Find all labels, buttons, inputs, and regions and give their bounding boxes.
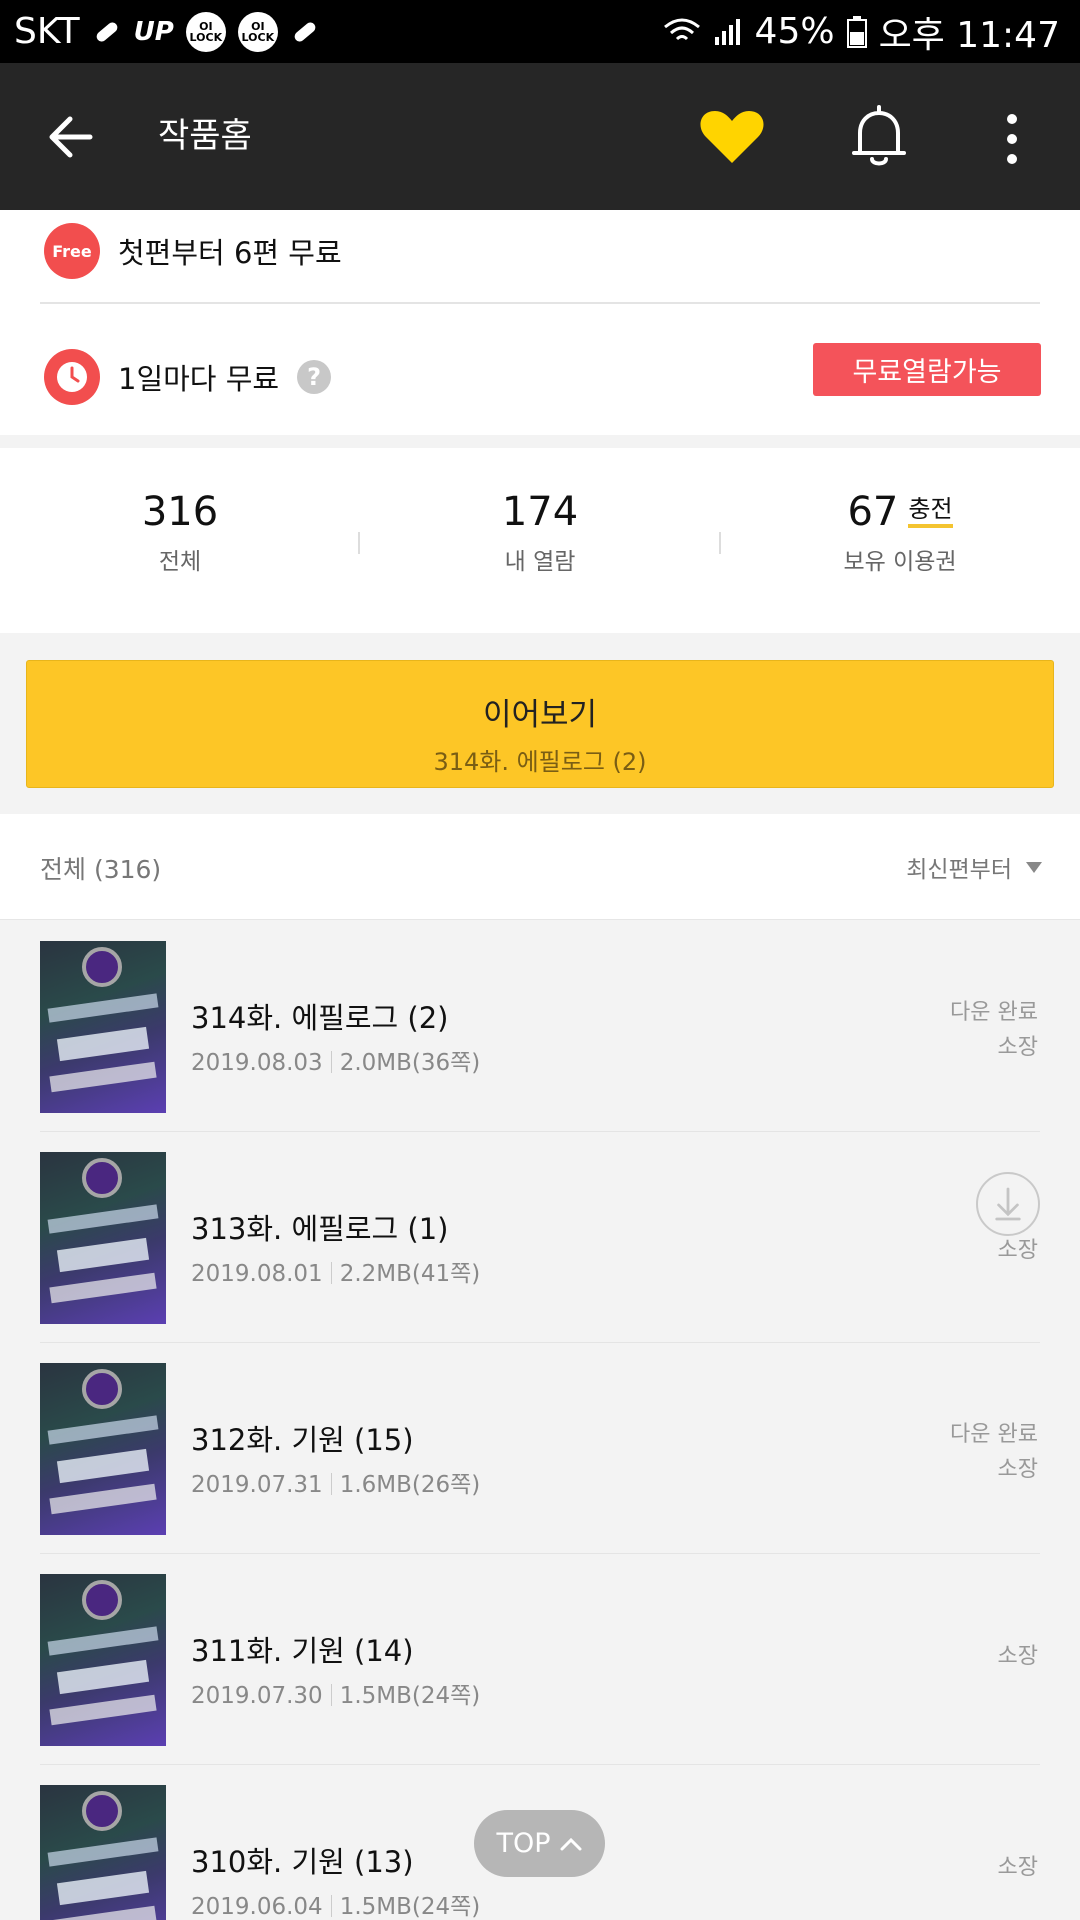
stat-my-read-value: 174 [501, 489, 579, 535]
stats-section: 316 전체 174 내 열람 67 충전 보유 이용권 [0, 448, 1080, 633]
download-status: 다운 완료 [950, 1000, 1038, 1025]
episode-date: 2019.08.01 [191, 1261, 323, 1287]
episode-date: 2019.08.03 [191, 1050, 323, 1076]
owned-status: 소장 [997, 1855, 1038, 1880]
charge-link[interactable]: 충전 [908, 494, 953, 528]
battery-percent: 45% [754, 11, 835, 52]
scroll-top-button[interactable]: TOP [474, 1810, 605, 1877]
first-free-text: 첫편부터 6편 무료 [118, 236, 342, 270]
chevron-down-icon [1026, 861, 1042, 873]
free-open-button[interactable]: 무료열람가능 [813, 343, 1041, 396]
stat-total: 316 전체 [0, 486, 360, 576]
episode-thumbnail [40, 1363, 166, 1535]
status-left: SKT UP OI LOCK OI LOCK [14, 11, 320, 52]
clock-icon [44, 349, 100, 405]
episode-thumbnail [40, 1152, 166, 1324]
download-status: 다운 완료 [950, 1422, 1038, 1447]
free-info-section: Free 첫편부터 6편 무료 1일마다 무료 ? 무료열람가능 [0, 210, 1080, 435]
battery-icon [846, 15, 867, 48]
carrier-label: SKT [14, 11, 80, 52]
bell-icon[interactable] [850, 103, 908, 169]
continue-reading-button[interactable]: 이어보기 314화. 에필로그 (2) [26, 660, 1054, 788]
stat-my-read-label: 내 열람 [504, 549, 576, 575]
wifi-icon [663, 18, 700, 40]
episode-size: 2.2MB(41쪽) [339, 1261, 481, 1287]
owned-status: 소장 [997, 1035, 1038, 1060]
back-arrow-icon[interactable] [42, 109, 102, 165]
daily-free-row: 1일마다 무료 ? [44, 344, 332, 410]
page-title: 작품홈 [158, 116, 252, 156]
episode-list-header: 전체 (316) 최신편부터 [0, 814, 1080, 920]
episode-row[interactable]: 314화. 에필로그 (2) 2019.08.03 2.0MB(36쪽) 다운 완… [40, 921, 1040, 1132]
continue-title: 이어보기 [482, 697, 598, 733]
app-bar: 작품홈 [0, 63, 1080, 210]
episode-meta: 2019.08.03 2.0MB(36쪽) [191, 1043, 480, 1077]
episode-title: 314화. 에필로그 (2) [191, 1001, 449, 1035]
sort-dropdown[interactable]: 최신편부터 [906, 850, 1042, 884]
pill-icon [96, 22, 118, 41]
clock-time: 오후 11:47 [878, 14, 1060, 56]
episode-date: 2019.06.04 [191, 1894, 323, 1920]
episode-title: 310화. 기원 (13) [191, 1845, 414, 1879]
episode-size: 1.5MB(24쪽) [339, 1894, 481, 1920]
stat-tickets: 67 충전 보유 이용권 [720, 486, 1080, 576]
first-free-row: Free 첫편부터 6편 무료 [44, 218, 342, 284]
episode-title: 311화. 기원 (14) [191, 1634, 414, 1668]
owned-status: 소장 [997, 1644, 1038, 1669]
heart-icon[interactable] [698, 107, 766, 167]
pill-icon-2 [294, 22, 316, 41]
episode-thumbnail [40, 1574, 166, 1746]
episode-thumbnail [40, 1785, 166, 1920]
episode-list: 314화. 에필로그 (2) 2019.08.03 2.0MB(36쪽) 다운 완… [0, 921, 1080, 1920]
episode-meta: 2019.07.30 1.5MB(24쪽) [191, 1676, 480, 1710]
stat-tickets-row: 67 충전 [720, 486, 1080, 538]
episode-meta: 2019.07.31 1.6MB(26쪽) [191, 1465, 480, 1499]
chevron-up-icon [560, 1837, 582, 1850]
episode-size: 1.5MB(24쪽) [339, 1683, 481, 1709]
episode-status: 다운 완료 소장 [950, 995, 1038, 1065]
top-label: TOP [496, 1828, 551, 1859]
divider [40, 302, 1040, 304]
stat-total-label: 전체 [158, 549, 202, 575]
episode-row[interactable]: 311화. 기원 (14) 2019.07.30 1.5MB(24쪽) 소장 [40, 1554, 1040, 1765]
episode-size: 1.6MB(26쪽) [339, 1472, 481, 1498]
free-badge-icon: Free [44, 223, 100, 279]
owned-status: 소장 [997, 1238, 1038, 1263]
continue-subtitle: 314화. 에필로그 (2) [433, 748, 647, 776]
episode-title: 312화. 기원 (15) [191, 1423, 414, 1457]
up-label: UP [133, 16, 174, 47]
status-bar: SKT UP OI LOCK OI LOCK 45% 오후 11:47 [0, 0, 1080, 63]
download-icon[interactable] [976, 1172, 1040, 1236]
stat-my-read: 174 내 열람 [360, 486, 720, 576]
episode-row[interactable]: 313화. 에필로그 (1) 2019.08.01 2.2MB(41쪽) 소장 [40, 1132, 1040, 1343]
signal-icon [714, 18, 740, 45]
episode-date: 2019.07.30 [191, 1683, 323, 1709]
owned-status: 소장 [997, 1457, 1038, 1482]
episode-size: 2.0MB(36쪽) [339, 1050, 481, 1076]
lock-chip-icon: OI LOCK [185, 11, 226, 52]
daily-free-text: 1일마다 무료 [118, 362, 280, 396]
stat-tickets-value: 67 [847, 489, 899, 535]
episode-status: 다운 완료 소장 [950, 1417, 1038, 1487]
more-vertical-icon[interactable] [992, 111, 1032, 167]
stat-total-value: 316 [141, 489, 219, 535]
episode-thumbnail [40, 941, 166, 1113]
episode-title: 313화. 에필로그 (1) [191, 1212, 449, 1246]
episode-meta: 2019.06.04 1.5MB(24쪽) [191, 1887, 480, 1920]
stat-tickets-label: 보유 이용권 [843, 549, 957, 575]
sort-label: 최신편부터 [906, 857, 1012, 883]
help-icon[interactable]: ? [297, 360, 332, 394]
lock-chip-icon-2: OI LOCK [237, 11, 278, 52]
episode-meta: 2019.08.01 2.2MB(41쪽) [191, 1254, 480, 1288]
status-right: 45% 오후 11:47 [663, 6, 1060, 58]
episode-row[interactable]: 312화. 기원 (15) 2019.07.31 1.6MB(26쪽) 다운 완료… [40, 1343, 1040, 1554]
episode-count: 전체 (316) [40, 855, 162, 884]
episode-date: 2019.07.31 [191, 1472, 323, 1498]
